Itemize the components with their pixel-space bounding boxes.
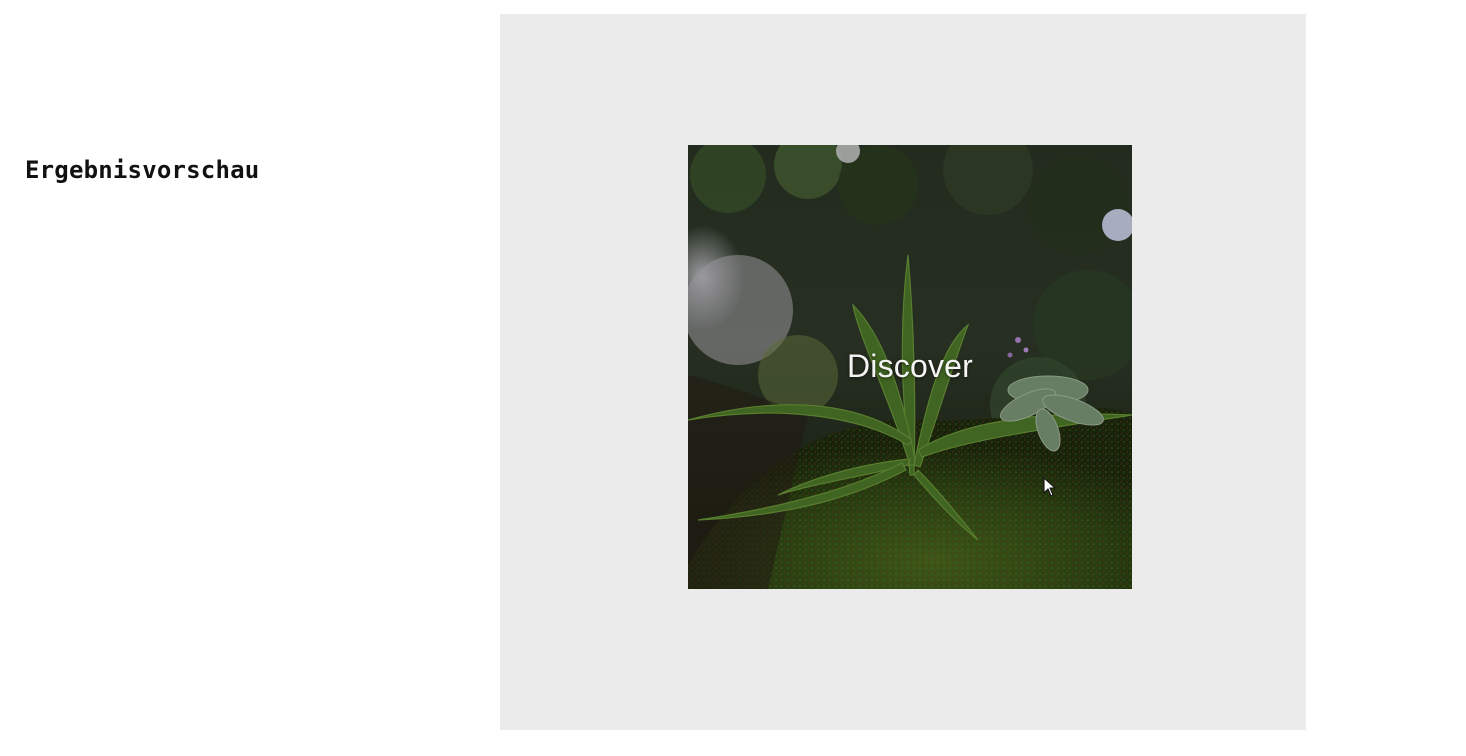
card-label: Discover [846,348,974,384]
preview-panel: Discover [500,14,1306,730]
section-title: Ergebnisvorschau [25,156,260,184]
page: Ergebnisvorschau Discover [0,0,1466,756]
discover-card[interactable]: Discover [688,145,1132,589]
